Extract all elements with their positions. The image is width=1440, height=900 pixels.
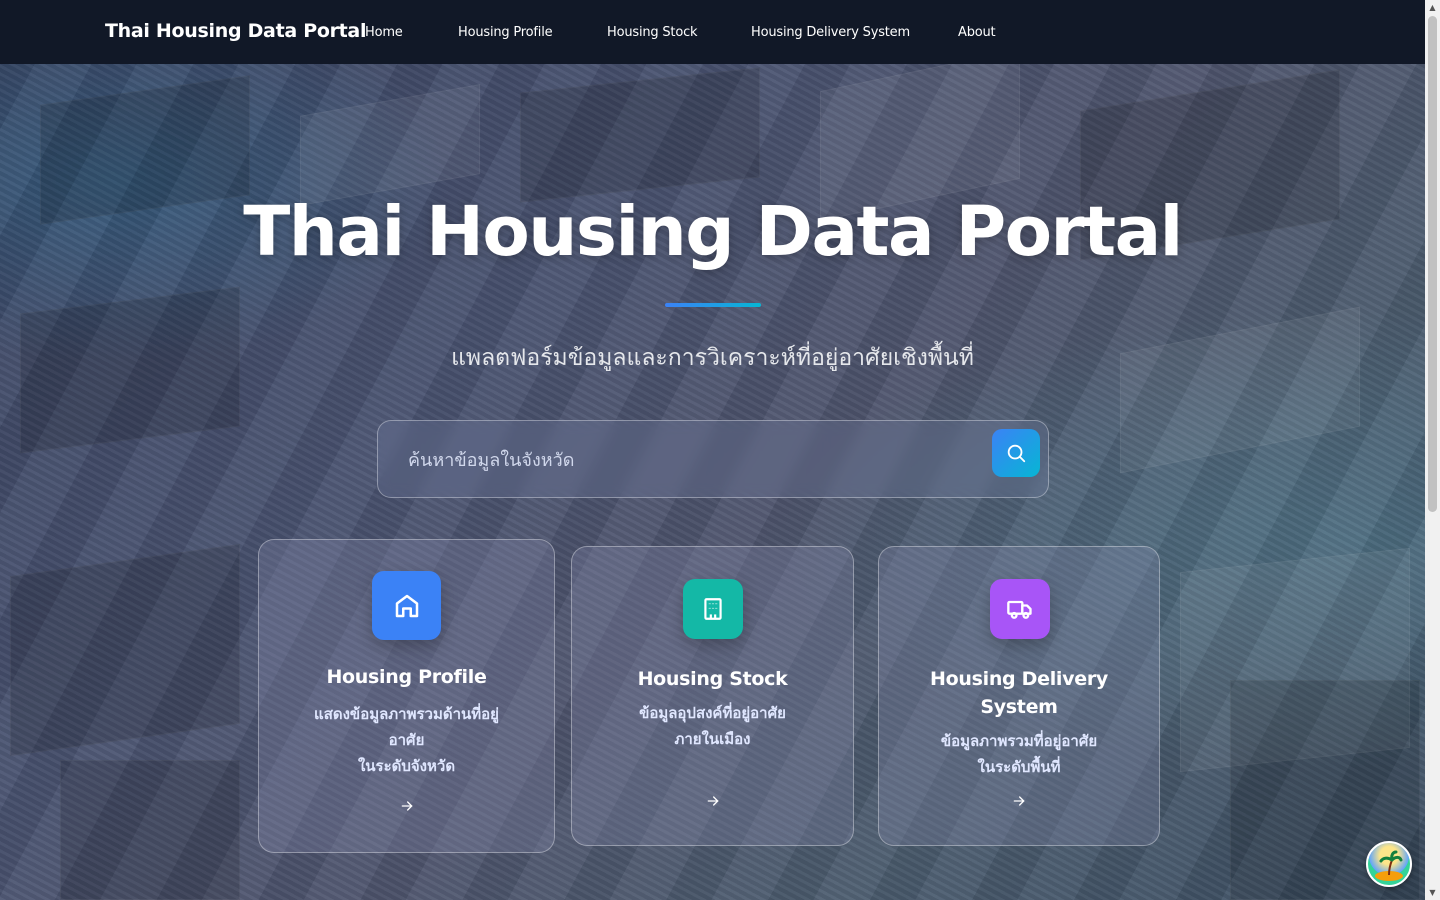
card-icon-box bbox=[990, 579, 1050, 639]
hero-title: Thai Housing Data Portal bbox=[243, 192, 1183, 272]
card-icon-box bbox=[372, 571, 441, 640]
card-title-line: System bbox=[980, 696, 1058, 718]
card-description-line: อาศัย bbox=[388, 731, 425, 749]
card-title: Housing Stock bbox=[637, 668, 788, 690]
nav-link-housing-stock[interactable]: Housing Stock bbox=[607, 25, 698, 40]
card-icon-box bbox=[683, 579, 743, 639]
nav-link-about[interactable]: About bbox=[958, 25, 996, 40]
card-description-line: แสดงข้อมูลภาพรวมด้านที่อยู่ bbox=[314, 705, 499, 723]
card-description-line: ในระดับพื้นที่ bbox=[977, 758, 1061, 776]
building-icon bbox=[704, 598, 722, 620]
top-navigation-bar: Thai Housing Data Portal Home Housing Pr… bbox=[0, 0, 1425, 64]
card-title: Housing Profile bbox=[326, 666, 487, 688]
scroll-down-arrow-icon[interactable]: ▼ bbox=[1425, 885, 1440, 900]
scrollbar-thumb[interactable] bbox=[1428, 16, 1437, 512]
nav-link-housing-profile[interactable]: Housing Profile bbox=[458, 25, 553, 40]
home-icon bbox=[395, 594, 418, 617]
palm-island-icon bbox=[1375, 850, 1403, 881]
search-button[interactable] bbox=[992, 429, 1040, 477]
card-title-line: Housing Delivery bbox=[930, 668, 1108, 690]
hero-subtitle: แพลตฟอร์มข้อมูลและการวิเคราะห์ที่อยู่อาศ… bbox=[451, 345, 974, 371]
search-icon bbox=[1007, 444, 1026, 463]
card-description: ข้อมูลอุปสงค์ที่อยู่อาศัย ภายในเมือง bbox=[572, 700, 853, 752]
floating-assistant-avatar-button[interactable] bbox=[1366, 841, 1412, 887]
card-description-line: ในระดับจังหวัด bbox=[357, 757, 456, 775]
arrow-right-icon bbox=[879, 793, 1159, 813]
card-housing-profile[interactable]: Housing Profile แสดงข้อมูลภาพรวมด้านที่อ… bbox=[258, 539, 555, 853]
card-title: Housing Delivery System bbox=[879, 665, 1159, 721]
card-description: ข้อมูลภาพรวมที่อยู่อาศัย ในระดับพื้นที่ bbox=[879, 728, 1159, 780]
nav-link-home[interactable]: Home bbox=[365, 25, 403, 40]
arrow-right-icon bbox=[259, 798, 554, 818]
card-description-line: ภายในเมือง bbox=[674, 730, 751, 748]
truck-icon bbox=[1007, 600, 1032, 619]
card-description-line: ข้อมูลอุปสงค์ที่อยู่อาศัย bbox=[639, 704, 786, 722]
hero-title-underline bbox=[665, 303, 761, 307]
card-housing-stock[interactable]: Housing Stock ข้อมูลอุปสงค์ที่อยู่อาศัย … bbox=[571, 546, 854, 846]
card-housing-delivery-system[interactable]: Housing Delivery System ข้อมูลภาพรวมที่อ… bbox=[878, 546, 1160, 846]
scroll-up-arrow-icon[interactable]: ▲ bbox=[1425, 0, 1440, 15]
card-description-line: ข้อมูลภาพรวมที่อยู่อาศัย bbox=[940, 732, 1098, 750]
nav-link-housing-delivery-system[interactable]: Housing Delivery System bbox=[751, 25, 910, 40]
search-input[interactable] bbox=[408, 445, 988, 475]
page-scrollbar[interactable]: ▲ ▼ bbox=[1425, 0, 1440, 900]
arrow-right-icon bbox=[572, 793, 853, 813]
province-search-box bbox=[377, 420, 1049, 498]
brand-logo-text[interactable]: Thai Housing Data Portal bbox=[105, 20, 366, 42]
card-description: แสดงข้อมูลภาพรวมด้านที่อยู่ อาศัย ในระดั… bbox=[259, 701, 554, 779]
